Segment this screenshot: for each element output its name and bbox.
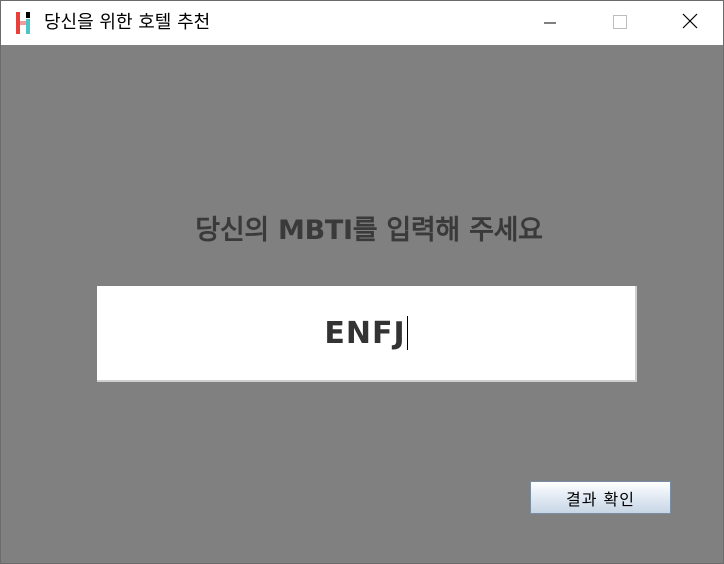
content-panel: 당신의 MBTI를 입력해 주세요 ENFJ 결과 확인 [1, 45, 723, 563]
text-caret [406, 316, 408, 350]
minimize-icon [544, 14, 556, 33]
minimize-button[interactable] [527, 1, 573, 45]
window-title: 당신을 위한 호텔 추천 [44, 12, 211, 33]
close-icon [682, 13, 698, 33]
close-button[interactable] [667, 1, 713, 45]
maximize-icon [613, 14, 627, 33]
title-bar[interactable]: 당신을 위한 호텔 추천 [1, 1, 723, 45]
app-logo-icon [15, 12, 35, 34]
maximize-button[interactable] [597, 1, 643, 45]
mbti-input-field[interactable]: ENFJ [97, 286, 637, 382]
mbti-prompt-label: 당신의 MBTI를 입력해 주세요 [195, 215, 543, 246]
app-window: 당신을 위한 호텔 추천 당신의 MBTI를 입력해 주세요 ENFJ 결과 확… [0, 0, 724, 564]
mbti-input-value: ENFJ [324, 315, 406, 351]
check-result-button[interactable]: 결과 확인 [530, 481, 671, 514]
